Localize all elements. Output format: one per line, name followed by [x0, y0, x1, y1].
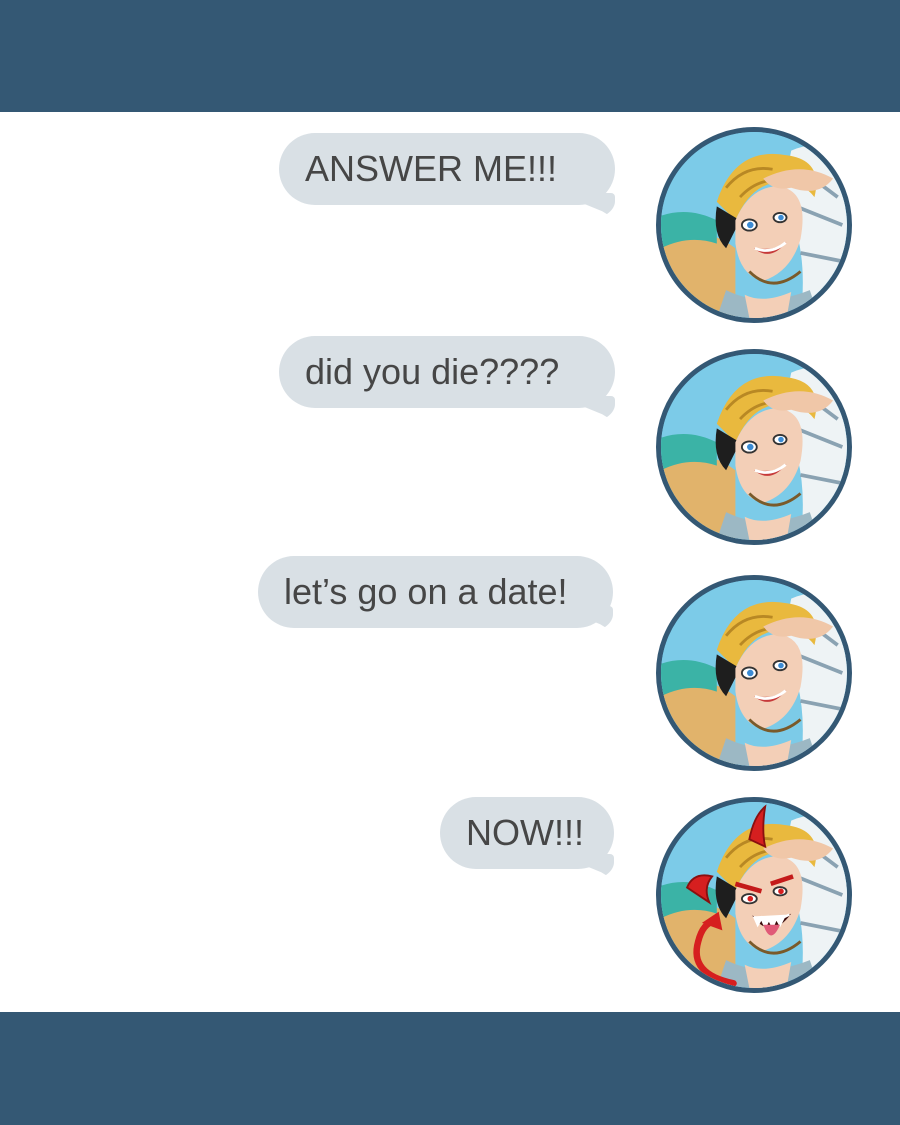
message-text: ANSWER ME!!! [305, 148, 558, 189]
character-avatar-icon [661, 132, 847, 318]
character-avatar-icon [661, 354, 847, 540]
character-devil-avatar-icon [661, 802, 847, 988]
message-text: NOW!!! [466, 812, 584, 853]
top-bar [0, 0, 900, 112]
bottom-bar [0, 1012, 900, 1125]
character-avatar-icon [661, 580, 847, 766]
message-bubble[interactable]: let’s go on a date! [258, 556, 613, 628]
avatar[interactable] [656, 575, 852, 771]
message-text: let’s go on a date! [284, 571, 568, 612]
avatar[interactable] [656, 349, 852, 545]
message-bubble[interactable]: ANSWER ME!!! [279, 133, 615, 205]
message-bubble[interactable]: did you die???? [279, 336, 615, 408]
avatar[interactable] [656, 797, 852, 993]
avatar[interactable] [656, 127, 852, 323]
message-text: did you die???? [305, 351, 560, 392]
